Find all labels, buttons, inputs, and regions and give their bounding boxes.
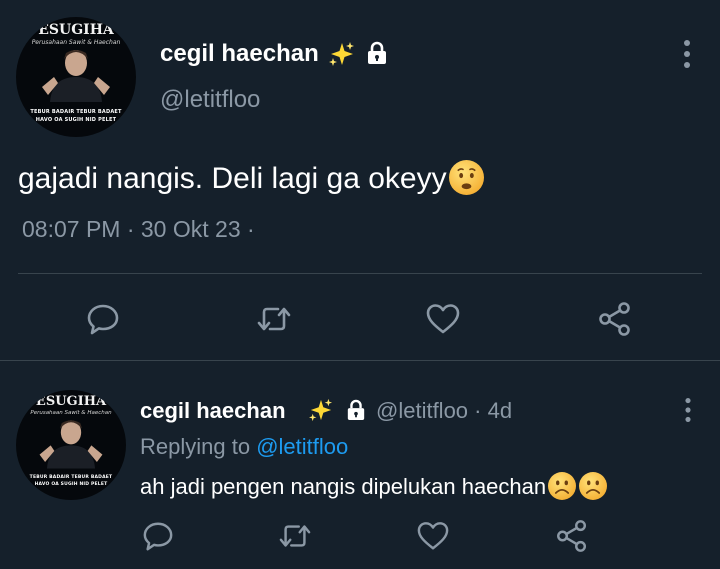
- avatar-tagline: Perusahaan Sawit & Haechan: [30, 410, 112, 416]
- share-icon[interactable]: [596, 300, 634, 338]
- avatar-caption: HAVO OA SUGIH NID PELET: [34, 482, 108, 487]
- author-handle[interactable]: @letitfloo: [160, 86, 260, 114]
- tweet-text-content: gajadi nangis. Deli lagi ga okeyy: [18, 162, 447, 195]
- more-vertical-icon[interactable]: [682, 396, 694, 424]
- avatar-caption: TEBUR BADAIR TEBUR BADAET: [30, 109, 122, 115]
- tweet-text: gajadi nangis. Deli lagi ga okeyy: [18, 159, 484, 196]
- worried-face-icon: [448, 159, 484, 195]
- avatar-caption: TEBUR BADAIR TEBUR BADAET: [29, 475, 113, 480]
- reply-text-content: ah jadi pengen nangis dipelukan haechan: [140, 474, 547, 499]
- frowning-face-icon: [548, 472, 577, 501]
- heart-icon[interactable]: [425, 302, 461, 336]
- avatar[interactable]: ESUGIHA Perusahaan Sawit & Haechan TEBUR…: [16, 17, 136, 137]
- author-name[interactable]: cegil haechan: [140, 398, 286, 424]
- lock-icon: [366, 41, 388, 65]
- retweet-icon[interactable]: [256, 302, 292, 336]
- reply-text: ah jadi pengen nangis dipelukan haechan: [140, 472, 608, 501]
- reply-icon[interactable]: [142, 520, 174, 552]
- sparkles-icon: [328, 41, 356, 67]
- reply-icon[interactable]: [86, 302, 120, 336]
- avatar-brand: ESUGIHA: [35, 394, 107, 409]
- replying-prefix: Replying to: [140, 434, 251, 459]
- timestamp: 08:07 PM · 30 Okt 23 ·: [22, 216, 255, 242]
- avatar-photo: [39, 420, 103, 469]
- lock-icon: [346, 399, 366, 421]
- replying-handle-link[interactable]: @letitfloo: [256, 434, 348, 459]
- share-icon[interactable]: [554, 518, 590, 554]
- sparkles-icon: [308, 398, 334, 422]
- heart-icon[interactable]: [416, 520, 450, 552]
- author-handle-time[interactable]: @letitfloo · 4d: [376, 398, 512, 424]
- author-name[interactable]: cegil haechan: [160, 40, 319, 68]
- retweet-icon[interactable]: [278, 520, 312, 552]
- more-vertical-icon[interactable]: [680, 38, 694, 70]
- avatar-tagline: Perusahaan Sawit & Haechan: [31, 39, 121, 46]
- frowning-face-icon: [579, 472, 608, 501]
- avatar[interactable]: ESUGIHA Perusahaan Sawit & Haechan TEBUR…: [16, 390, 126, 500]
- divider: [0, 360, 720, 361]
- avatar-photo: [42, 50, 110, 102]
- avatar-caption: HAVO OA SUGIH NID PELET: [35, 117, 117, 123]
- divider: [18, 273, 702, 274]
- replying-to: Replying to @letitfloo: [140, 434, 348, 460]
- avatar-brand: ESUGIHA: [38, 22, 114, 38]
